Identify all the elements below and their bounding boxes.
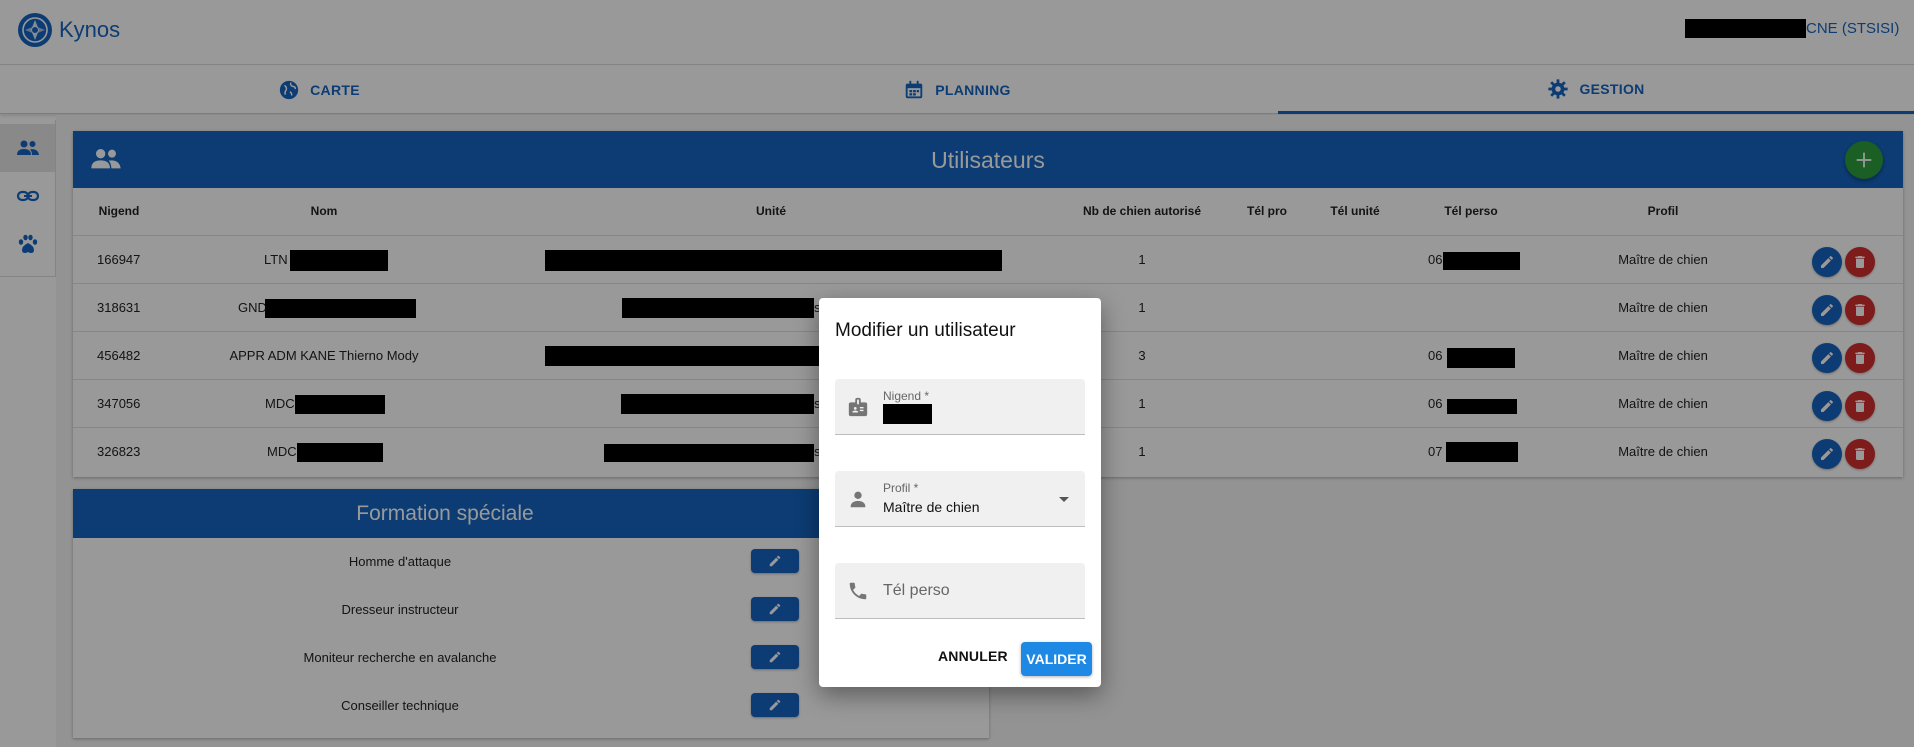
phone-icon: [849, 582, 867, 600]
nigend-label: Nigend *: [883, 389, 930, 403]
profil-select[interactable]: Profil * Maître de chien: [835, 471, 1085, 527]
chevron-down-icon[interactable]: [1059, 497, 1069, 502]
validate-button[interactable]: VALIDER: [1021, 642, 1092, 676]
cancel-button[interactable]: ANNULER: [938, 648, 1008, 664]
nigend-field[interactable]: Nigend *: [835, 379, 1085, 435]
profil-label: Profil *: [883, 481, 919, 495]
person-icon: [850, 491, 866, 508]
profil-value: Maître de chien: [883, 499, 980, 515]
tel-perso-field[interactable]: [835, 563, 1085, 619]
edit-user-dialog: Modifier un utilisateur Nigend * Profil …: [819, 298, 1101, 687]
badge-icon: [848, 397, 868, 417]
redacted-nigend-value: [883, 404, 932, 424]
tel-perso-input[interactable]: [883, 582, 1073, 600]
dialog-title: Modifier un utilisateur: [835, 320, 1016, 341]
